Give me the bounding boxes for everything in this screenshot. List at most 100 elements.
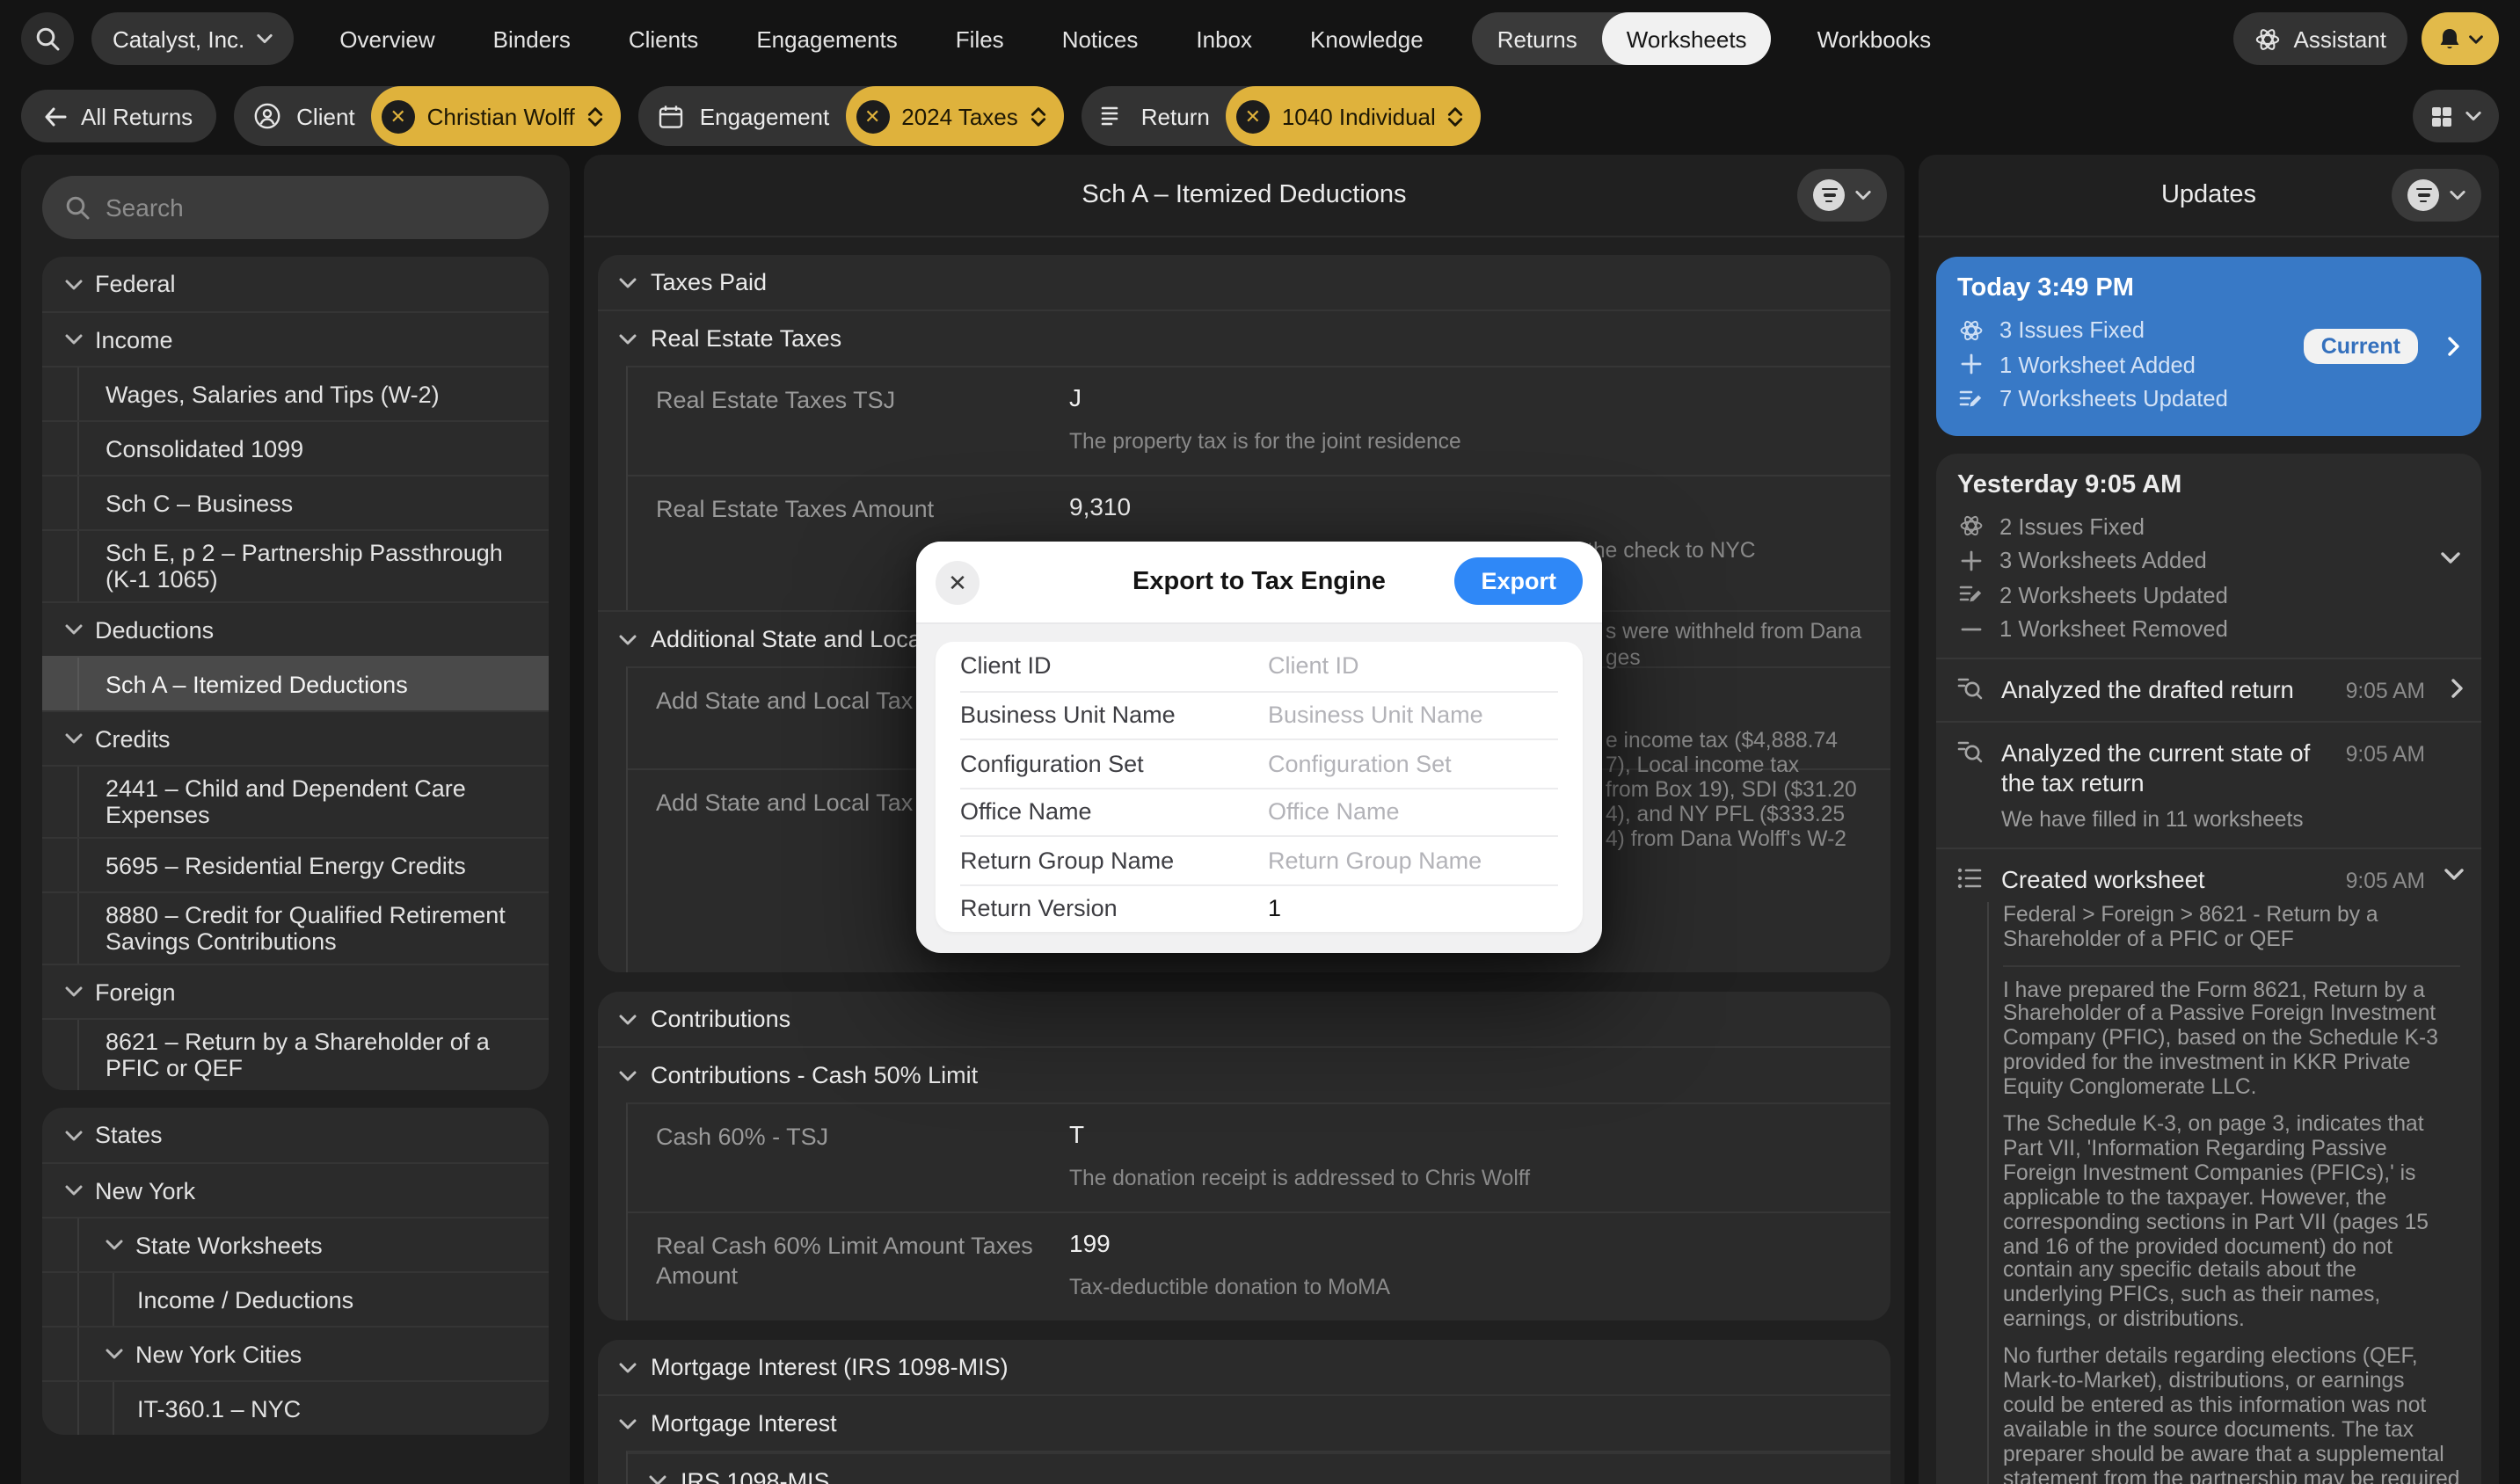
nav-knowledge[interactable]: Knowledge	[1310, 25, 1424, 52]
update-item-analyzed-current[interactable]: Analyzed the current state of the tax re…	[1936, 720, 2481, 847]
remove-filter-icon[interactable]: ✕	[382, 99, 415, 133]
section-taxes-paid[interactable]: Taxes Paid	[598, 255, 1890, 309]
sidebar-search[interactable]	[42, 176, 549, 239]
chevron-right-icon[interactable]	[2451, 678, 2464, 697]
modal-field-configuration-set[interactable]: Configuration Set Configuration Set	[960, 738, 1558, 787]
global-search-button[interactable]	[21, 12, 74, 65]
org-switcher[interactable]: Catalyst, Inc.	[91, 12, 294, 65]
update-item-created-worksheet[interactable]: Created worksheet 9:05 AM Federal > Fore…	[1936, 847, 2481, 1484]
issues-fixed-icon	[1957, 514, 1984, 539]
modal-field-business-unit[interactable]: Business Unit Name Business Unit Name	[960, 690, 1558, 738]
tab-worksheets[interactable]: Worksheets	[1602, 12, 1772, 65]
modal-header: ✕ Export to Tax Engine Export	[916, 542, 1602, 624]
app-window: Catalyst, Inc. Overview Binders Clients …	[0, 0, 2520, 1484]
modal-field-office-name[interactable]: Office Name Office Name	[960, 787, 1558, 835]
chevron-right-icon[interactable]	[2448, 337, 2460, 356]
section-contributions[interactable]: Contributions	[598, 992, 1890, 1046]
nav-notices[interactable]: Notices	[1062, 25, 1139, 52]
modal-field-label: Office Name	[960, 799, 1268, 826]
tree-item-it-360[interactable]: IT-360.1 – NYC	[42, 1380, 549, 1435]
minus-icon	[1957, 619, 1984, 640]
tree-item-income[interactable]: Income	[42, 311, 549, 366]
nav-inbox[interactable]: Inbox	[1196, 25, 1252, 52]
tree-item-consolidated-1099[interactable]: Consolidated 1099	[42, 420, 549, 475]
return-filter-label: Return	[1141, 103, 1210, 129]
update-stat: 7 Worksheets Updated	[1999, 382, 2228, 416]
update-card-yesterday[interactable]: Yesterday 9:05 AM 2 Issues Fixed 3 Works…	[1936, 453, 2481, 657]
nav-workbooks[interactable]: Workbooks	[1817, 25, 1932, 52]
modal-field-client-id[interactable]: Client ID Client ID	[960, 642, 1558, 690]
tree-item-sch-a-selected[interactable]: Sch A – Itemized Deductions	[42, 656, 549, 710]
modal-field-return-group[interactable]: Return Group Name Return Group Name	[960, 835, 1558, 884]
tree-item-income-deductions[interactable]: Income / Deductions	[42, 1271, 549, 1326]
section-real-estate-taxes[interactable]: Real Estate Taxes	[598, 311, 1890, 366]
tree-item-deductions[interactable]: Deductions	[42, 601, 549, 656]
nav-binders[interactable]: Binders	[493, 25, 571, 52]
updates-filter-button[interactable]	[2392, 169, 2481, 222]
nav-overview[interactable]: Overview	[339, 25, 434, 52]
nav-engagements[interactable]: Engagements	[756, 25, 897, 52]
export-button[interactable]: Export	[1454, 557, 1583, 605]
tree-item-new-york[interactable]: New York	[42, 1162, 549, 1217]
search-input[interactable]	[106, 193, 526, 222]
list-icon	[1957, 864, 1985, 894]
chevron-down-icon[interactable]	[2441, 551, 2460, 564]
notifications-button[interactable]	[2422, 12, 2499, 65]
chevron-up-down-icon	[587, 106, 603, 126]
search-icon	[65, 195, 90, 220]
field-row-real-estate-taxes-tsj[interactable]: Real Estate Taxes TSJ JThe property tax …	[628, 367, 1890, 475]
tree-item-credits[interactable]: Credits	[42, 710, 549, 765]
tree-item-2441[interactable]: 2441 – Child and Dependent Care Expenses	[42, 765, 549, 837]
section-mortgage-1098[interactable]: Mortgage Interest (IRS 1098-MIS)	[598, 1340, 1890, 1394]
tree-item-states[interactable]: States	[42, 1108, 549, 1162]
issues-fixed-icon	[1957, 318, 1984, 343]
chevron-down-icon	[65, 279, 83, 289]
tree-item-8880[interactable]: 8880 – Credit for Qualified Retirement S…	[42, 891, 549, 964]
update-item-analyzed-drafted[interactable]: Analyzed the drafted return 9:05 AM	[1936, 657, 2481, 720]
return-filter-chip[interactable]: ✕ 1040 Individual	[1226, 86, 1482, 146]
tree-item-federal[interactable]: Federal	[42, 257, 549, 311]
section-mortgage-interest[interactable]: Mortgage Interest	[598, 1396, 1890, 1451]
chevron-down-icon[interactable]	[2444, 868, 2464, 880]
section-irs-1098-mis[interactable]: IRS 1098-MIS	[628, 1452, 1890, 1484]
tree-item-sch-e[interactable]: Sch E, p 2 – Partnership Passthrough (K-…	[42, 529, 549, 601]
tree-item-state-worksheets[interactable]: State Worksheets	[42, 1217, 549, 1271]
field-row-real-cash-60[interactable]: Real Cash 60% Limit Amount Taxes Amount …	[628, 1211, 1890, 1320]
close-icon[interactable]: ✕	[936, 561, 980, 605]
all-returns-back-button[interactable]: All Returns	[21, 90, 215, 142]
update-item-title: Analyzed the current state of the tax re…	[2001, 738, 2344, 797]
field-row-cash-60-tsj[interactable]: Cash 60% - TSJ TThe donation receipt is …	[628, 1104, 1890, 1211]
modal-field-label: Business Unit Name	[960, 702, 1268, 729]
engagement-filter-chip[interactable]: ✕ 2024 Taxes	[845, 86, 1064, 146]
tree-item-label: Credits	[95, 725, 171, 752]
chevron-down-icon	[65, 1185, 83, 1196]
modal-field-placeholder: Return Group Name	[1268, 847, 1482, 874]
remove-filter-icon[interactable]: ✕	[1236, 99, 1270, 133]
view-toggle-button[interactable]	[2413, 90, 2499, 142]
modal-field-placeholder: Office Name	[1268, 799, 1400, 826]
detail-paragraph: The Schedule K-3, on page 3, indicates t…	[2003, 1113, 2460, 1333]
tree-item-foreign[interactable]: Foreign	[42, 964, 549, 1018]
tree-item-sch-c[interactable]: Sch C – Business	[42, 475, 549, 529]
assistant-button[interactable]: Assistant	[2234, 12, 2408, 65]
remove-filter-icon[interactable]: ✕	[856, 99, 889, 133]
bell-icon	[2437, 25, 2462, 52]
update-card-today[interactable]: Today 3:49 PM 3 Issues Fixed 1 Worksheet…	[1936, 257, 2481, 435]
client-filter-chip[interactable]: ✕ Christian Wolff	[371, 86, 621, 146]
updates-body: Today 3:49 PM 3 Issues Fixed 1 Worksheet…	[1919, 237, 2499, 1484]
tree-item-label: 8621 – Return by a Shareholder of a PFIC…	[106, 1029, 531, 1081]
tree-item-new-york-cities[interactable]: New York Cities	[42, 1326, 549, 1380]
chevron-up-down-icon	[1031, 106, 1046, 126]
worksheet-filter-button[interactable]	[1797, 169, 1887, 222]
tree-item-label: 2441 – Child and Dependent Care Expenses	[106, 775, 531, 828]
tree-item-wages[interactable]: Wages, Salaries and Tips (W-2)	[42, 366, 549, 420]
section-contributions-cash-50[interactable]: Contributions - Cash 50% Limit	[598, 1048, 1890, 1102]
tree-item-8621[interactable]: 8621 – Return by a Shareholder of a PFIC…	[42, 1018, 549, 1090]
modal-field-return-version[interactable]: Return Version 1	[960, 884, 1558, 932]
tab-returns[interactable]: Returns	[1473, 25, 1602, 52]
filter-bar: All Returns Client ✕ Christian Wolff Eng…	[0, 77, 2520, 155]
tree-item-5695[interactable]: 5695 – Residential Energy Credits	[42, 837, 549, 891]
nav-clients[interactable]: Clients	[629, 25, 699, 52]
export-modal: ✕ Export to Tax Engine Export Client ID …	[916, 542, 1602, 953]
nav-files[interactable]: Files	[956, 25, 1004, 52]
